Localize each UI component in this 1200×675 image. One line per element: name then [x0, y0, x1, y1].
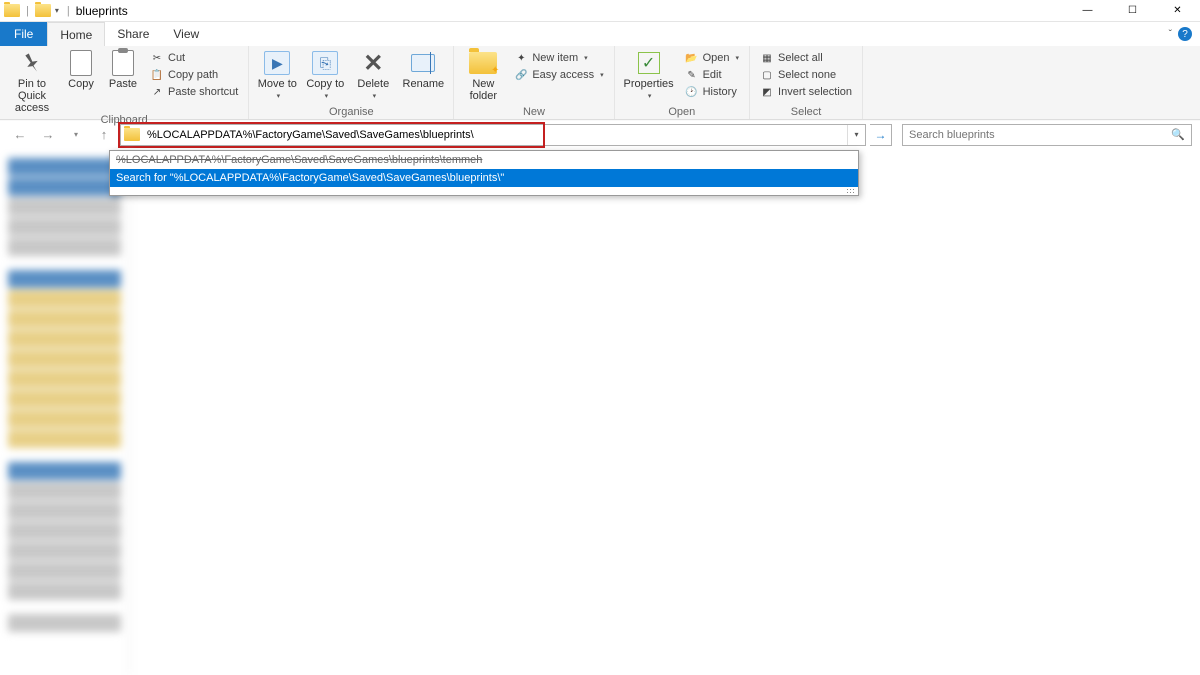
rename-icon: [411, 54, 435, 72]
new-item-icon: ✦: [514, 51, 528, 65]
delete-button[interactable]: ✕ Delete▾: [351, 48, 395, 100]
copy-path-icon: 📋: [150, 68, 164, 82]
help-icon[interactable]: ?: [1178, 27, 1192, 41]
move-to-button[interactable]: ▶ Move to▾: [255, 48, 299, 100]
address-input[interactable]: [143, 125, 847, 145]
edit-icon: ✎: [685, 68, 699, 82]
close-button[interactable]: ✕: [1155, 0, 1200, 22]
navigation-bar: ← → ▾ ↑ ▾ → 🔍: [0, 120, 1200, 148]
group-label: Organise: [255, 106, 447, 119]
copy-to-icon: ⎘: [312, 51, 338, 75]
search-box[interactable]: 🔍: [902, 124, 1192, 146]
cut-button[interactable]: ✂Cut: [146, 50, 242, 66]
tab-share[interactable]: Share: [105, 22, 161, 46]
edit-button[interactable]: ✎Edit: [681, 67, 743, 83]
main-area: [0, 148, 1200, 675]
go-button[interactable]: →: [870, 124, 892, 146]
history-button[interactable]: 🕑History: [681, 84, 743, 100]
search-input[interactable]: [909, 129, 1171, 141]
select-none-button[interactable]: ▢Select none: [756, 67, 856, 83]
rename-button[interactable]: Rename: [399, 48, 447, 90]
open-icon: 📂: [685, 51, 699, 65]
chevron-down-icon[interactable]: ▾: [55, 6, 59, 15]
properties-icon: ✓: [638, 52, 660, 74]
folder-icon: [4, 4, 20, 17]
file-list[interactable]: [130, 148, 1200, 675]
copy-to-button[interactable]: ⎘ Copy to▾: [303, 48, 347, 100]
delete-icon: ✕: [363, 49, 383, 78]
select-all-button[interactable]: ▦Select all: [756, 50, 856, 66]
separator: |: [26, 5, 29, 17]
group-label: New: [460, 106, 607, 119]
ribbon: Pin to Quick access Copy Paste ✂Cut 📋Cop…: [0, 46, 1200, 120]
paste-shortcut-button[interactable]: ↗Paste shortcut: [146, 84, 242, 100]
ribbon-collapse-icon[interactable]: ˇ: [1169, 29, 1172, 40]
label: Copy: [68, 78, 94, 90]
history-icon: 🕑: [685, 85, 699, 99]
invert-selection-button[interactable]: ◩Invert selection: [756, 84, 856, 100]
suggestion-search-item[interactable]: Search for "%LOCALAPPDATA%\FactoryGame\S…: [110, 169, 858, 187]
search-icon: 🔍: [1171, 128, 1185, 141]
pin-quick-access-button[interactable]: Pin to Quick access: [6, 48, 58, 114]
group-label: Open: [621, 106, 743, 119]
invert-icon: ◩: [760, 85, 774, 99]
copy-button[interactable]: Copy: [62, 48, 100, 90]
group-label: Select: [756, 106, 856, 119]
new-folder-icon: [469, 52, 497, 74]
folder-icon: [121, 125, 143, 145]
paste-button[interactable]: Paste: [104, 48, 142, 90]
shortcut-icon: ↗: [150, 85, 164, 99]
address-bar[interactable]: ▾: [120, 124, 866, 146]
window-title: blueprints: [76, 4, 128, 18]
properties-button[interactable]: ✓ Properties▾: [621, 48, 677, 100]
easy-access-icon: 🔗: [514, 68, 528, 82]
ribbon-tabs: File Home Share View ˇ ?: [0, 22, 1200, 46]
resize-handle[interactable]: [110, 187, 858, 195]
pin-icon: [18, 49, 45, 76]
new-folder-button[interactable]: New folder: [460, 48, 506, 102]
paste-icon: [112, 50, 134, 76]
address-dropdown-button[interactable]: ▾: [847, 125, 865, 145]
folder-icon: [35, 4, 51, 17]
copy-icon: [70, 50, 92, 76]
move-icon: ▶: [264, 51, 290, 75]
address-suggestions-dropdown: %LOCALAPPDATA%\FactoryGame\Saved\SaveGam…: [109, 150, 859, 196]
easy-access-button[interactable]: 🔗Easy access▾: [510, 67, 607, 83]
separator: |: [67, 5, 70, 17]
open-button[interactable]: 📂Open▾: [681, 50, 743, 66]
tab-view[interactable]: View: [161, 22, 211, 46]
suggestion-history-item[interactable]: %LOCALAPPDATA%\FactoryGame\Saved\SaveGam…: [110, 151, 858, 169]
minimize-button[interactable]: —: [1065, 0, 1110, 22]
copy-path-button[interactable]: 📋Copy path: [146, 67, 242, 83]
scissors-icon: ✂: [150, 51, 164, 65]
navigation-pane[interactable]: [0, 148, 130, 675]
select-none-icon: ▢: [760, 68, 774, 82]
tab-home[interactable]: Home: [47, 22, 105, 46]
new-item-button[interactable]: ✦New item▾: [510, 50, 607, 66]
label: Paste: [109, 78, 137, 90]
select-all-icon: ▦: [760, 51, 774, 65]
tab-file[interactable]: File: [0, 22, 47, 46]
title-bar: | ▾ | blueprints — ☐ ✕: [0, 0, 1200, 22]
label: Pin to Quick access: [6, 78, 58, 114]
maximize-button[interactable]: ☐: [1110, 0, 1155, 22]
